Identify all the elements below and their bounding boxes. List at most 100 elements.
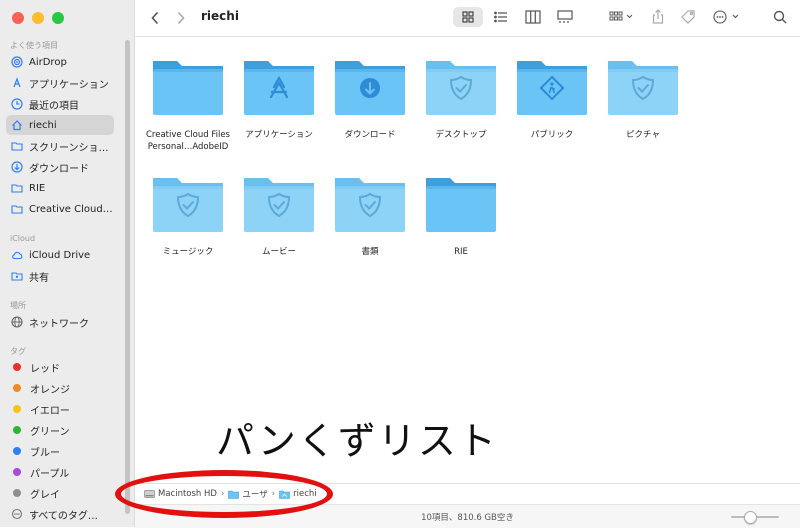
- folder-item[interactable]: 書類: [325, 172, 415, 258]
- folder-icon: [608, 61, 678, 115]
- folder-item[interactable]: Creative Cloud Files Personal…AdobeID: [143, 55, 233, 153]
- tag-color-dot: [13, 384, 21, 392]
- sidebar-item-label: ブルー: [30, 447, 60, 459]
- search-icon: [773, 10, 787, 24]
- minimize-button[interactable]: [32, 12, 44, 24]
- folder-label: RIE: [454, 247, 468, 257]
- folder-icon: [244, 178, 314, 232]
- grid-icon: [462, 11, 474, 23]
- folder-item[interactable]: パブリック: [507, 55, 597, 141]
- folder-item[interactable]: ダウンロード: [325, 55, 415, 141]
- sidebar-item-label: RIE: [29, 182, 46, 194]
- close-button[interactable]: [12, 12, 24, 24]
- sidebar-item-home[interactable]: riechi: [6, 115, 114, 135]
- sidebar-item-label: riechi: [29, 119, 57, 131]
- sidebar-tag-blue[interactable]: ブルー: [6, 441, 114, 461]
- sidebar-item-airdrop[interactable]: AirDrop: [6, 52, 114, 72]
- tag-button[interactable]: [677, 7, 699, 27]
- ellipsis-circle-icon: [713, 10, 739, 24]
- sidebar-tag-green[interactable]: グリーン: [6, 420, 114, 440]
- shared-folder-icon: [11, 270, 23, 282]
- columns-icon: [525, 10, 541, 24]
- sidebar-tag-orange[interactable]: オレンジ: [6, 378, 114, 398]
- gallery-view-button[interactable]: [551, 7, 579, 27]
- share-button[interactable]: [647, 7, 669, 27]
- folder-item[interactable]: RIE: [416, 172, 506, 258]
- folder-icon: [426, 61, 496, 115]
- chevron-left-icon: [151, 11, 159, 25]
- list-icon: [494, 11, 507, 23]
- clock-icon: [11, 98, 23, 110]
- sidebar-item-label: アプリケーション: [29, 79, 109, 91]
- folder-label-line: Personal…AdobeID: [147, 142, 229, 152]
- list-view-button[interactable]: [487, 7, 515, 27]
- sidebar-tag-yellow[interactable]: イエロー: [6, 399, 114, 419]
- sidebar-item-downloads[interactable]: ダウンロード: [6, 157, 114, 177]
- window-title: riechi: [201, 9, 239, 23]
- group-by-button[interactable]: [607, 7, 637, 27]
- folder-label: パブリック: [530, 130, 574, 140]
- sidebar-item-label: 最近の項目: [29, 100, 79, 112]
- column-view-button[interactable]: [519, 7, 547, 27]
- folder-label: アプリケーション: [245, 130, 313, 140]
- home-icon: [11, 119, 23, 131]
- folder-item[interactable]: ピクチャ: [598, 55, 688, 141]
- sidebar-tag-purple[interactable]: パープル: [6, 462, 114, 482]
- sidebar-item-label: 共有: [29, 272, 49, 284]
- sidebar-item-screenshots[interactable]: スクリーンショ…: [6, 136, 114, 156]
- folder-item[interactable]: ミュージック: [143, 172, 233, 258]
- sidebar-item-label: iCloud Drive: [29, 249, 91, 261]
- folder-icon: [335, 178, 405, 232]
- sidebar-item-creative-cloud[interactable]: Creative Cloud…: [6, 199, 114, 219]
- folder-label: ダウンロード: [344, 130, 396, 140]
- folder-icon: [11, 140, 23, 152]
- group-icon: [609, 11, 633, 21]
- sidebar-scrollbar[interactable]: [125, 40, 130, 514]
- breadcrumb-highlight-ellipse: [115, 470, 333, 518]
- sidebar-item-label: パープル: [30, 468, 70, 480]
- folder-item[interactable]: デスクトップ: [416, 55, 506, 141]
- folder-icon: [244, 61, 314, 115]
- sidebar-item-label: AirDrop: [29, 56, 67, 68]
- folder-icon: [153, 178, 223, 232]
- folder-icon: [335, 61, 405, 115]
- folder-icon: [153, 61, 223, 115]
- tag-color-dot: [13, 447, 21, 455]
- breadcrumb-annotation-caption: パンくずリスト: [216, 419, 498, 463]
- folder-item[interactable]: アプリケーション: [234, 55, 324, 141]
- folder-icon: [11, 203, 23, 215]
- tag-color-dot: [13, 468, 21, 476]
- applications-icon: [11, 77, 23, 89]
- sidebar-tag-gray[interactable]: グレイ: [6, 483, 114, 503]
- more-actions-button[interactable]: [709, 7, 741, 27]
- folder-label: 書類: [361, 247, 379, 257]
- sidebar-all-tags[interactable]: すべてのタグ…: [6, 504, 114, 524]
- tag-color-dot: [13, 426, 21, 434]
- sidebar-item-label: グリーン: [30, 426, 70, 438]
- folder-icon: [517, 61, 587, 115]
- sidebar-item-label: ダウンロード: [29, 163, 89, 175]
- search-button[interactable]: [769, 7, 791, 27]
- sidebar-item-rie[interactable]: RIE: [6, 178, 114, 198]
- folder-icon: [11, 182, 23, 194]
- zoom-button[interactable]: [52, 12, 64, 24]
- sidebar-item-label: レッド: [30, 363, 60, 375]
- tags-header: タグ: [10, 347, 26, 356]
- all-tags-icon: [11, 508, 23, 520]
- forward-button[interactable]: [171, 8, 191, 28]
- sidebar-item-label: ネットワーク: [29, 318, 89, 330]
- sidebar-item-network[interactable]: ネットワーク: [6, 312, 114, 332]
- sidebar-item-icloud-drive[interactable]: iCloud Drive: [6, 245, 114, 265]
- sidebar-tag-red[interactable]: レッド: [6, 357, 114, 377]
- finder-window: よく使う項目 AirDrop アプリケーション 最近の項目 riechi スクリ…: [0, 0, 800, 528]
- folder-label: ピクチャ: [626, 130, 660, 140]
- folder-label: Creative Cloud Files Personal…AdobeID: [143, 129, 233, 153]
- back-button[interactable]: [145, 8, 165, 28]
- sidebar-item-label: イエロー: [30, 405, 70, 417]
- icon-view-button[interactable]: [453, 7, 483, 27]
- sidebar-item-shared[interactable]: 共有: [6, 266, 114, 286]
- folder-item[interactable]: ムービー: [234, 172, 324, 258]
- tag-color-dot: [13, 405, 21, 413]
- sidebar-item-recents[interactable]: 最近の項目: [6, 94, 114, 114]
- sidebar-item-applications[interactable]: アプリケーション: [6, 73, 114, 93]
